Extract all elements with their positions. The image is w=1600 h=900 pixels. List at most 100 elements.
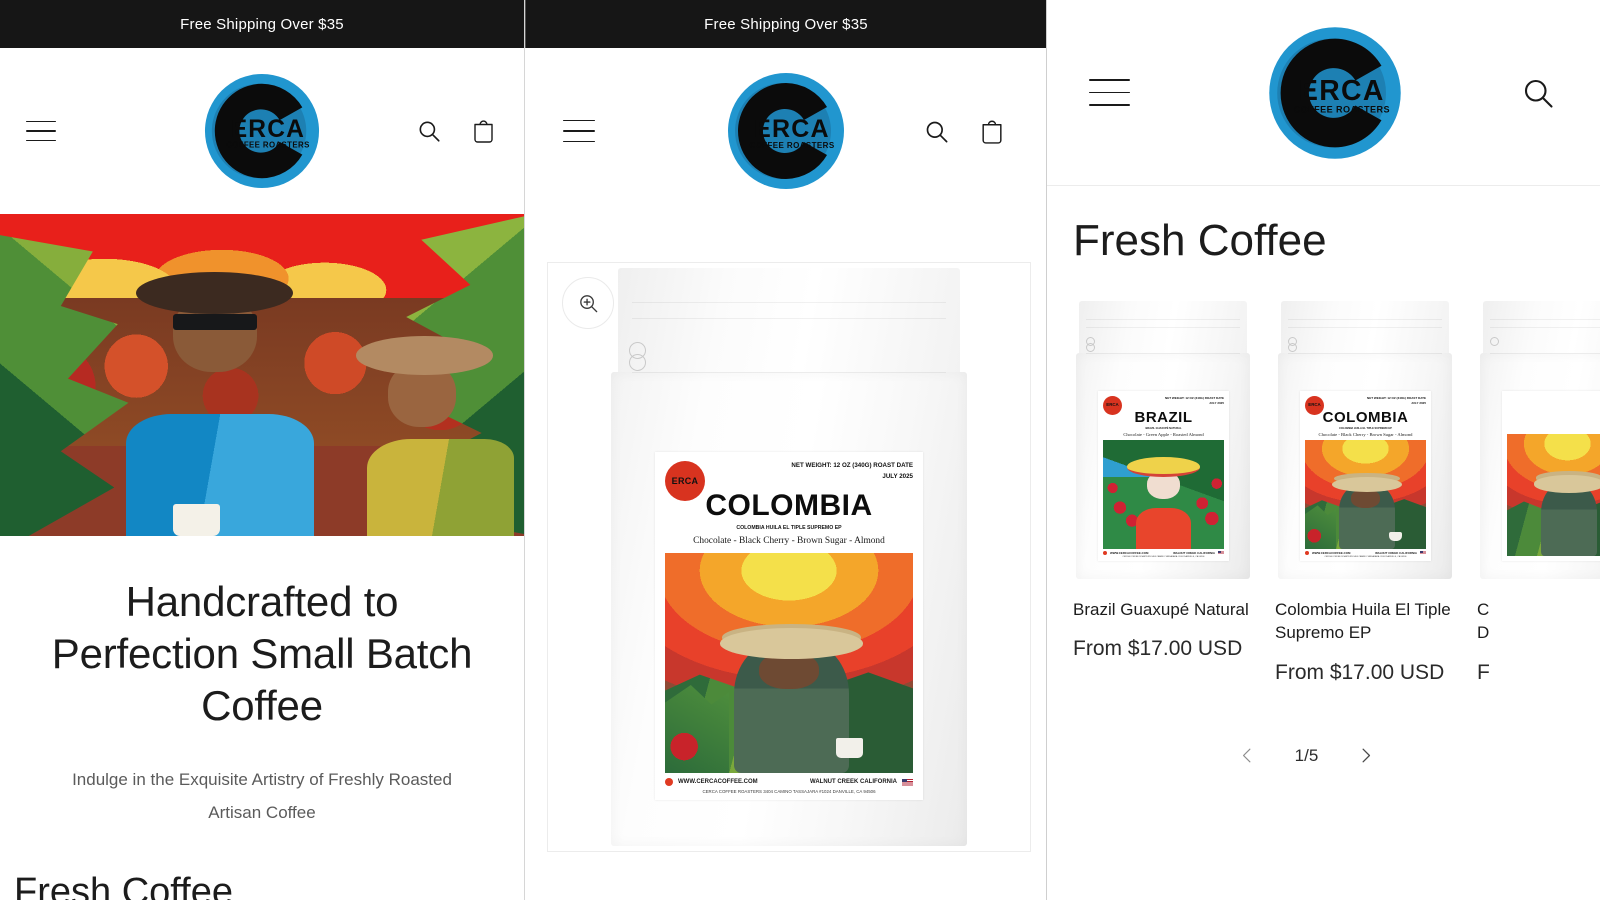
zoom-in-icon [579, 294, 597, 312]
svg-text:COFFEE ROASTERS: COFFEE ROASTERS [1293, 104, 1389, 114]
search-icon [926, 121, 947, 142]
product-title[interactable]: C D [1477, 598, 1600, 645]
product-title-line2: D [1477, 623, 1490, 643]
hero-image [0, 214, 524, 536]
hamburger-menu-icon [26, 120, 56, 142]
label-variety: BRAZIL GUAXUPÉ NATURAL [1145, 427, 1182, 430]
announcement-text: Free Shipping Over $35 [704, 15, 868, 33]
label-variety: COLOMBIA HUILA EL TIPLE SUPREMO EP [736, 525, 842, 531]
label-website: WWW.CERCACOFFEE.COM [1110, 551, 1149, 555]
carousel-next-button[interactable] [1352, 743, 1378, 769]
label-fine-print: CERCA COFFEE ROASTERS 3404 CAMINO TASSAJ… [1122, 556, 1205, 558]
colombia-coffee-bag: ERCA NET WEIGHT: 12 OZ (340G) ROAST DATE… [1278, 301, 1452, 579]
menu-button[interactable] [551, 103, 607, 159]
us-flag-icon [1420, 551, 1426, 555]
product-price: From $17.00 USD [1275, 660, 1445, 684]
hero-text-block: Handcrafted to Perfection Small Batch Co… [0, 536, 524, 829]
brazil-coffee-bag: ERCA NET WEIGHT: 12 OZ (340G) ROAST DATE… [1076, 301, 1250, 579]
product-card[interactable]: ERCA NET WEIGHT: 12 OZ (340G) ROAST DATE… [1073, 300, 1253, 685]
label-tasting-notes: Chocolate - Black Cherry - Brown Sugar -… [1318, 432, 1413, 437]
us-flag-icon [902, 778, 913, 786]
search-button[interactable] [908, 103, 964, 159]
product-price: F [1477, 660, 1490, 684]
product-thumbnail[interactable]: ERCA NET WEIGHT: 12 OZ (340G) ROAST DATE… [1073, 300, 1253, 580]
label-location: WALNUT CREEK CALIFORNIA [1375, 551, 1417, 555]
cart-button[interactable] [964, 103, 1020, 159]
cerca-logo-icon: ERCA COFFEE ROASTERS [727, 73, 844, 189]
bag-label: ERCA NET WEIGHT: 12 OZ (340G) ROAST DATE… [655, 452, 923, 800]
svg-text:COFFEE ROASTERS: COFFEE ROASTERS [226, 141, 310, 150]
hamburger-menu-icon [1088, 79, 1130, 107]
announcement-bar: Free Shipping Over $35 [0, 0, 524, 48]
label-net-weight: NET WEIGHT: 12 OZ (340G) ROAST DATE [791, 462, 913, 469]
label-location: WALNUT CREEK CALIFORNIA [810, 779, 897, 785]
label-variety: COLOMBIA HUILA EL TIPLE SUPREMO EP [1339, 427, 1392, 430]
product-title[interactable]: Brazil Guaxupé Natural [1073, 598, 1253, 621]
label-dot-icon [1103, 551, 1107, 555]
site-logo[interactable]: ERCA COFFEE ROASTERS [1267, 25, 1403, 161]
announcement-bar: Free Shipping Over $35 [525, 0, 1046, 48]
product-card[interactable]: C D F [1477, 300, 1600, 685]
label-dot-icon [1305, 551, 1309, 555]
svg-text:ERCA: ERCA [1298, 74, 1384, 106]
us-flag-icon [1218, 551, 1224, 555]
search-icon [1524, 79, 1553, 108]
menu-button[interactable] [1077, 61, 1141, 125]
product-title-line1: C [1477, 600, 1490, 619]
collection-section: Fresh Coffee ERCA NET WEIGHT: 12 OZ (340… [1047, 186, 1600, 769]
site-logo[interactable]: ERCA COFFEE ROASTERS [203, 72, 321, 190]
label-roast-date: JULY 2025 [882, 472, 913, 480]
label-badge-text: ERCA [1106, 402, 1119, 408]
site-header: ERCA COFFEE ROASTERS [525, 48, 1046, 214]
coffee-farm-illustration [0, 214, 524, 536]
label-fine-print: CERCA COFFEE ROASTERS 3404 CAMINO TASSAJ… [702, 789, 876, 794]
site-header: ERCA COFFEE ROASTERS [0, 48, 524, 214]
label-location: WALNUT CREEK CALIFORNIA [1173, 551, 1215, 555]
hamburger-menu-icon [563, 120, 595, 142]
product-carousel[interactable]: ERCA NET WEIGHT: 12 OZ (340G) ROAST DATE… [1073, 300, 1600, 685]
product-media-frame: ERCA NET WEIGHT: 12 OZ (340G) ROAST DATE… [547, 262, 1031, 852]
viewport-left: Free Shipping Over $35 ERCA COFFEE ROAST… [0, 0, 524, 900]
bag-label: ERCA NET WEIGHT: 12 OZ (340G) ROAST DATE… [1098, 391, 1229, 561]
page-title: Handcrafted to Perfection Small Batch Co… [51, 578, 473, 730]
label-artwork [665, 553, 913, 773]
product-price: From $17.00 USD [1073, 637, 1243, 661]
svg-text:ERCA: ERCA [231, 116, 305, 143]
bag-label [1502, 391, 1600, 561]
label-tasting-notes: Chocolate - Green Apple - Roasted Almond [1123, 432, 1204, 437]
product-image-colombia-bag[interactable]: ERCA NET WEIGHT: 12 OZ (340G) ROAST DATE… [611, 268, 967, 846]
viewport-middle: Free Shipping Over $35 ERCA COFFEE ROAST… [524, 0, 1046, 900]
browser-screenshot: Free Shipping Over $35 ERCA COFFEE ROAST… [0, 0, 1600, 900]
svg-text:ERCA: ERCA [754, 115, 830, 143]
chevron-left-icon [1243, 748, 1251, 763]
menu-button[interactable] [14, 104, 68, 158]
chevron-right-icon [1362, 748, 1370, 763]
bag-label: ERCA NET WEIGHT: 12 OZ (340G) ROAST DATE… [1300, 391, 1431, 561]
search-button[interactable] [1506, 61, 1570, 125]
carousel-prev-button[interactable] [1235, 743, 1261, 769]
site-logo[interactable]: ERCA COFFEE ROASTERS [726, 71, 846, 191]
cerca-logo-icon: ERCA COFFEE ROASTERS [204, 73, 320, 189]
label-badge-text: ERCA [671, 475, 699, 486]
third-coffee-bag [1480, 301, 1600, 579]
label-artwork [1305, 440, 1426, 549]
viewport-right: ERCA COFFEE ROASTERS Fresh Coffee ERCA N… [1046, 0, 1600, 900]
label-website: WWW.CERCACOFFEE.COM [678, 779, 758, 785]
product-card[interactable]: ERCA NET WEIGHT: 12 OZ (340G) ROAST DATE… [1275, 300, 1455, 685]
product-title[interactable]: Colombia Huila El Tiple Supremo EP [1275, 598, 1455, 645]
shopping-cart-icon [473, 120, 493, 143]
site-header: ERCA COFFEE ROASTERS [1047, 0, 1600, 186]
search-icon [419, 121, 440, 142]
announcement-text: Free Shipping Over $35 [180, 15, 344, 33]
search-button[interactable] [402, 104, 456, 158]
collection-title: Fresh Coffee [1073, 216, 1327, 265]
shopping-cart-icon [982, 120, 1002, 144]
product-detail-media: ERCA NET WEIGHT: 12 OZ (340G) ROAST DATE… [525, 214, 1046, 852]
label-artwork [1507, 434, 1600, 556]
cart-button[interactable] [456, 104, 510, 158]
section-title-fresh-coffee: Fresh Coffee [14, 870, 233, 900]
label-roast-date: JULY 2025 [1411, 401, 1426, 406]
product-thumbnail[interactable] [1477, 300, 1600, 580]
zoom-in-button[interactable] [562, 277, 614, 329]
product-thumbnail[interactable]: ERCA NET WEIGHT: 12 OZ (340G) ROAST DATE… [1275, 300, 1455, 580]
